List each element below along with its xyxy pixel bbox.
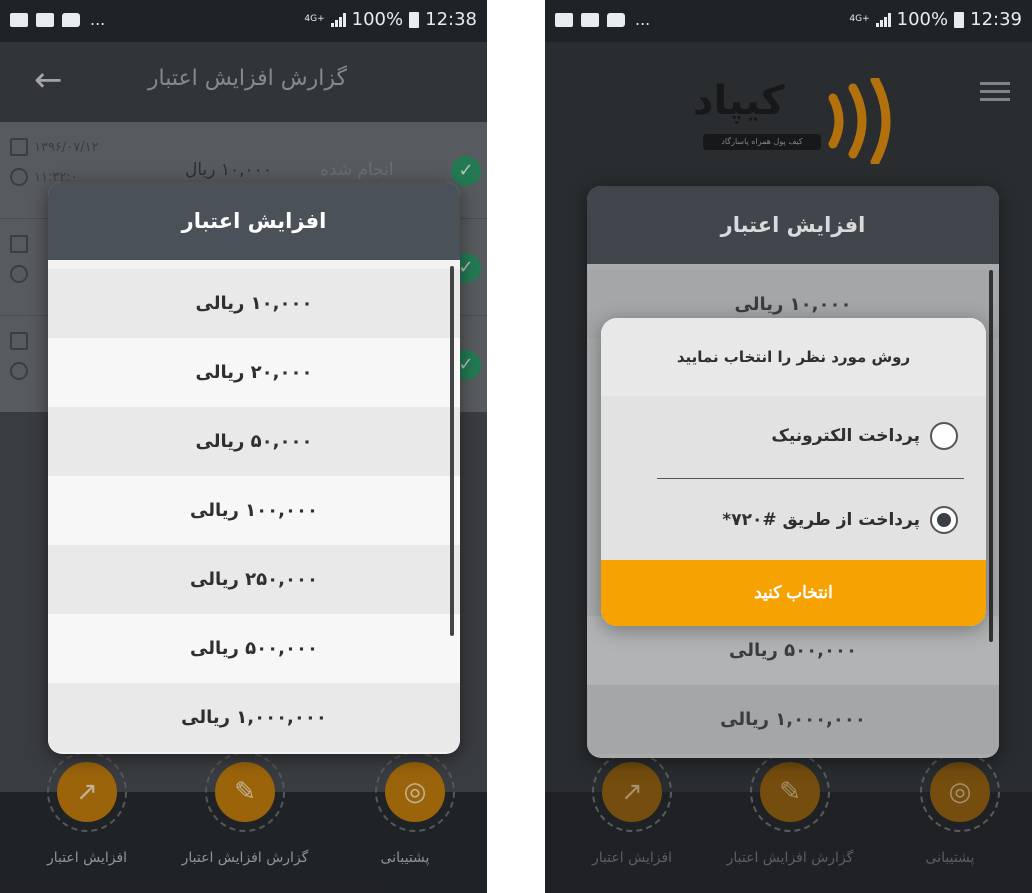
option-label: پرداخت از طریق #۷۲۰* (722, 510, 920, 530)
option-label: پرداخت الکترونیک (771, 426, 920, 446)
right-phone-screen: ... 4G+ 100% 12:39 کیپاد کیف پول همراه پ… (545, 0, 1032, 893)
payment-method-dialog: روش مورد نظر را انتخاب نمایید پرداخت الک… (601, 318, 986, 626)
radio-unchecked-icon[interactable] (930, 422, 958, 450)
status-bar: ... 4G+ 100% 12:39 (545, 0, 1032, 42)
more-notifications: ... (90, 10, 106, 29)
amount-option[interactable]: ۵۰,۰۰۰ ریالی (48, 407, 460, 476)
screenshot-notification-icon (581, 12, 599, 27)
message-notification-icon (62, 12, 80, 27)
scrollbar[interactable] (450, 266, 454, 636)
signal-icon (875, 12, 891, 27)
left-phone-screen: ... 4G+ 100% 12:38 ← گزارش افزایش اعتبار… (0, 0, 487, 893)
gallery-notification-icon (555, 12, 573, 27)
signal-icon (330, 12, 346, 27)
gallery-notification-icon (10, 12, 28, 27)
payment-method-title: روش مورد نظر را انتخاب نمایید (601, 318, 986, 396)
increase-credit-dialog: افزایش اعتبار ۱۰,۰۰۰ ریالی ۲۰,۰۰۰ ریالی … (48, 182, 460, 754)
more-notifications: ... (635, 10, 651, 29)
screenshot-notification-icon (36, 12, 54, 27)
amount-option[interactable]: ۱۰۰,۰۰۰ ریالی (48, 476, 460, 545)
amount-option[interactable]: ۵۰۰,۰۰۰ ریالی (587, 616, 999, 685)
battery-percent: 100% (896, 9, 949, 30)
option-electronic-payment[interactable]: پرداخت الکترونیک (771, 416, 958, 456)
battery-percent: 100% (351, 9, 404, 30)
amount-option[interactable]: ۱,۰۰۰,۰۰۰ ریالی (48, 683, 460, 752)
battery-icon (409, 11, 420, 28)
clock-time: 12:39 (970, 9, 1022, 30)
dialog-title: افزایش اعتبار (587, 186, 999, 264)
option-ussd-payment[interactable]: پرداخت از طریق #۷۲۰* (722, 500, 958, 540)
amount-option[interactable]: ۱۰,۰۰۰ ریالی (48, 269, 460, 338)
amount-option[interactable]: ۱,۰۰۰,۰۰۰ ریالی (587, 685, 999, 754)
amount-option[interactable]: ۲۵۰,۰۰۰ ریالی (48, 545, 460, 614)
scrollbar[interactable] (989, 270, 993, 642)
divider (657, 478, 964, 479)
dialog-title: افزایش اعتبار (48, 182, 460, 260)
status-bar: ... 4G+ 100% 12:38 (0, 0, 487, 42)
amount-option[interactable]: ۲۰,۰۰۰ ریالی (48, 338, 460, 407)
network-type: 4G+ (304, 14, 325, 24)
battery-icon (954, 11, 965, 28)
network-type: 4G+ (849, 14, 870, 24)
clock-time: 12:38 (425, 9, 477, 30)
amount-option[interactable]: ۵۰۰,۰۰۰ ریالی (48, 614, 460, 683)
select-confirm-button[interactable]: انتخاب کنید (601, 560, 986, 626)
radio-checked-icon[interactable] (930, 506, 958, 534)
message-notification-icon (607, 12, 625, 27)
